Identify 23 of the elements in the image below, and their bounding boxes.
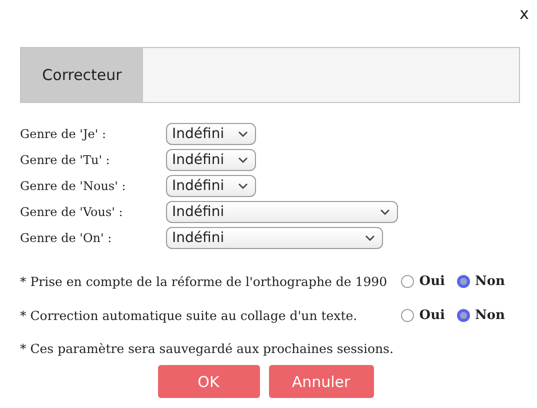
- chevron-icon: [238, 183, 248, 189]
- option-label: * Prise en compte de la réforme de l'orthographe de 1990: [20, 274, 402, 288]
- note-text: * Ces paramètre sera sauvegardé aux prochaines sessions.: [20, 341, 394, 356]
- radio-label: Non: [474, 308, 505, 322]
- gender-select[interactable]: Indéfini: [166, 149, 256, 171]
- option-label: * Correction automatique suite au collage d'un texte.: [20, 308, 402, 322]
- chevron-icon: [238, 157, 248, 163]
- radio-button[interactable]: [456, 308, 470, 322]
- gender-select[interactable]: Indéfini: [166, 123, 256, 145]
- radio-button[interactable]: [456, 274, 470, 288]
- radio-label: Oui: [419, 308, 445, 322]
- radio-label: Non: [474, 274, 505, 288]
- chevron-icon: [380, 209, 390, 215]
- gender-select[interactable]: Indéfini: [166, 227, 383, 249]
- radio-button[interactable]: [401, 308, 414, 322]
- close-button[interactable]: x: [518, 4, 531, 24]
- chevron-icon: [238, 131, 248, 137]
- radio-label: Oui: [419, 274, 445, 288]
- radio-button[interactable]: [401, 274, 414, 288]
- gender-select[interactable]: Indéfini: [166, 175, 256, 197]
- chevron-icon: [365, 235, 375, 241]
- gender-select[interactable]: Indéfini: [166, 201, 398, 223]
- dialog-title: Correcteur: [21, 48, 143, 102]
